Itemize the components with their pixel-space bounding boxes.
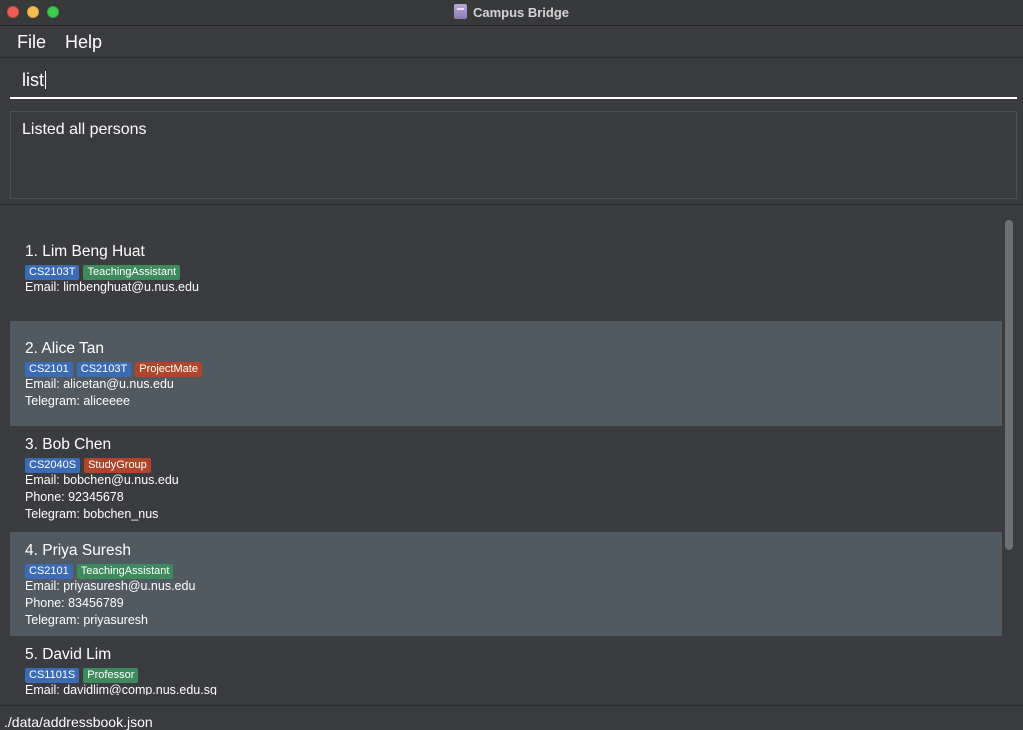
command-input[interactable]: list [22,70,46,91]
person-card[interactable]: 1. Lim Beng Huat CS2103T TeachingAssistan… [10,215,1002,321]
list-scrollbar[interactable] [1004,220,1014,690]
tag-badge: CS1101S [25,668,80,683]
tag-badge: Professor [83,668,139,683]
menu-help[interactable]: Help [65,32,102,53]
person-email: Email: davidlim@comp.nus.edu.sg [25,683,217,695]
person-email: Email: bobchen@u.nus.edu [25,473,179,487]
tag-badge: TeachingAssistant [83,265,181,280]
person-card[interactable]: 5. David Lim CS1101S Professor Email: dav… [10,636,1002,695]
person-name: 5. David Lim [25,646,112,663]
tag-badge: TeachingAssistant [76,564,174,579]
command-input-text: list [22,70,44,90]
scrollbar-thumb[interactable] [1005,220,1013,550]
tag-badge: CS2101 [25,564,73,579]
app-icon [453,4,467,19]
tag-badge: ProjectMate [135,362,202,377]
person-email: Email: limbenghuat@u.nus.edu [25,280,199,294]
menu-bar: File Help [0,27,1023,58]
person-telegram: Telegram: priyasuresh [25,613,148,627]
tag-list: CS2103T TeachingAssistant [25,262,1002,280]
tag-badge: CS2101 [25,362,73,377]
person-card[interactable]: 4. Priya Suresh CS2101 TeachingAssistant … [10,532,1002,636]
title-bar: Campus Bridge [0,0,1023,26]
person-name: 2. Alice Tan [25,340,104,357]
person-phone: Phone: 83456789 [25,596,124,610]
person-email: Email: priyasuresh@u.nus.edu [25,579,196,593]
tag-badge: StudyGroup [84,458,151,473]
menu-file[interactable]: File [17,32,46,53]
tag-list: CS1101S Professor [25,665,1002,683]
person-telegram: Telegram: aliceeee [25,394,130,408]
window-title: Campus Bridge [0,4,1023,20]
result-display: Listed all persons [10,111,1017,199]
command-box[interactable]: list [10,62,1017,99]
person-name: 3. Bob Chen [25,436,112,453]
text-caret [45,71,46,89]
person-telegram: Telegram: bobchen_nus [25,507,159,521]
result-text: Listed all persons [22,121,147,138]
status-file-path: ./data/addressbook.json [4,714,153,730]
person-list[interactable]: 1. Lim Beng Huat CS2103T TeachingAssistan… [10,215,1017,695]
person-card[interactable]: 3. Bob Chen CS2040S StudyGroup Email: bob… [10,426,1002,532]
person-card[interactable]: 2. Alice Tan CS2101 CS2103T ProjectMate Em… [10,321,1002,426]
window-title-text: Campus Bridge [472,5,570,20]
tag-badge: CS2103T [25,265,80,280]
person-name: 4. Priya Suresh [25,542,131,559]
person-email: Email: alicetan@u.nus.edu [25,377,174,391]
tag-list: CS2101 CS2103T ProjectMate [25,359,1002,377]
tag-list: CS2101 TeachingAssistant [25,561,1002,579]
tag-badge: CS2040S [25,458,81,473]
person-name: 1. Lim Beng Huat [25,243,145,260]
tag-badge: CS2103T [76,362,132,377]
person-phone: Phone: 92345678 [25,490,124,504]
status-bar: ./data/addressbook.json [0,705,1023,730]
tag-list: CS2040S StudyGroup [25,455,1002,473]
divider [0,204,1023,205]
